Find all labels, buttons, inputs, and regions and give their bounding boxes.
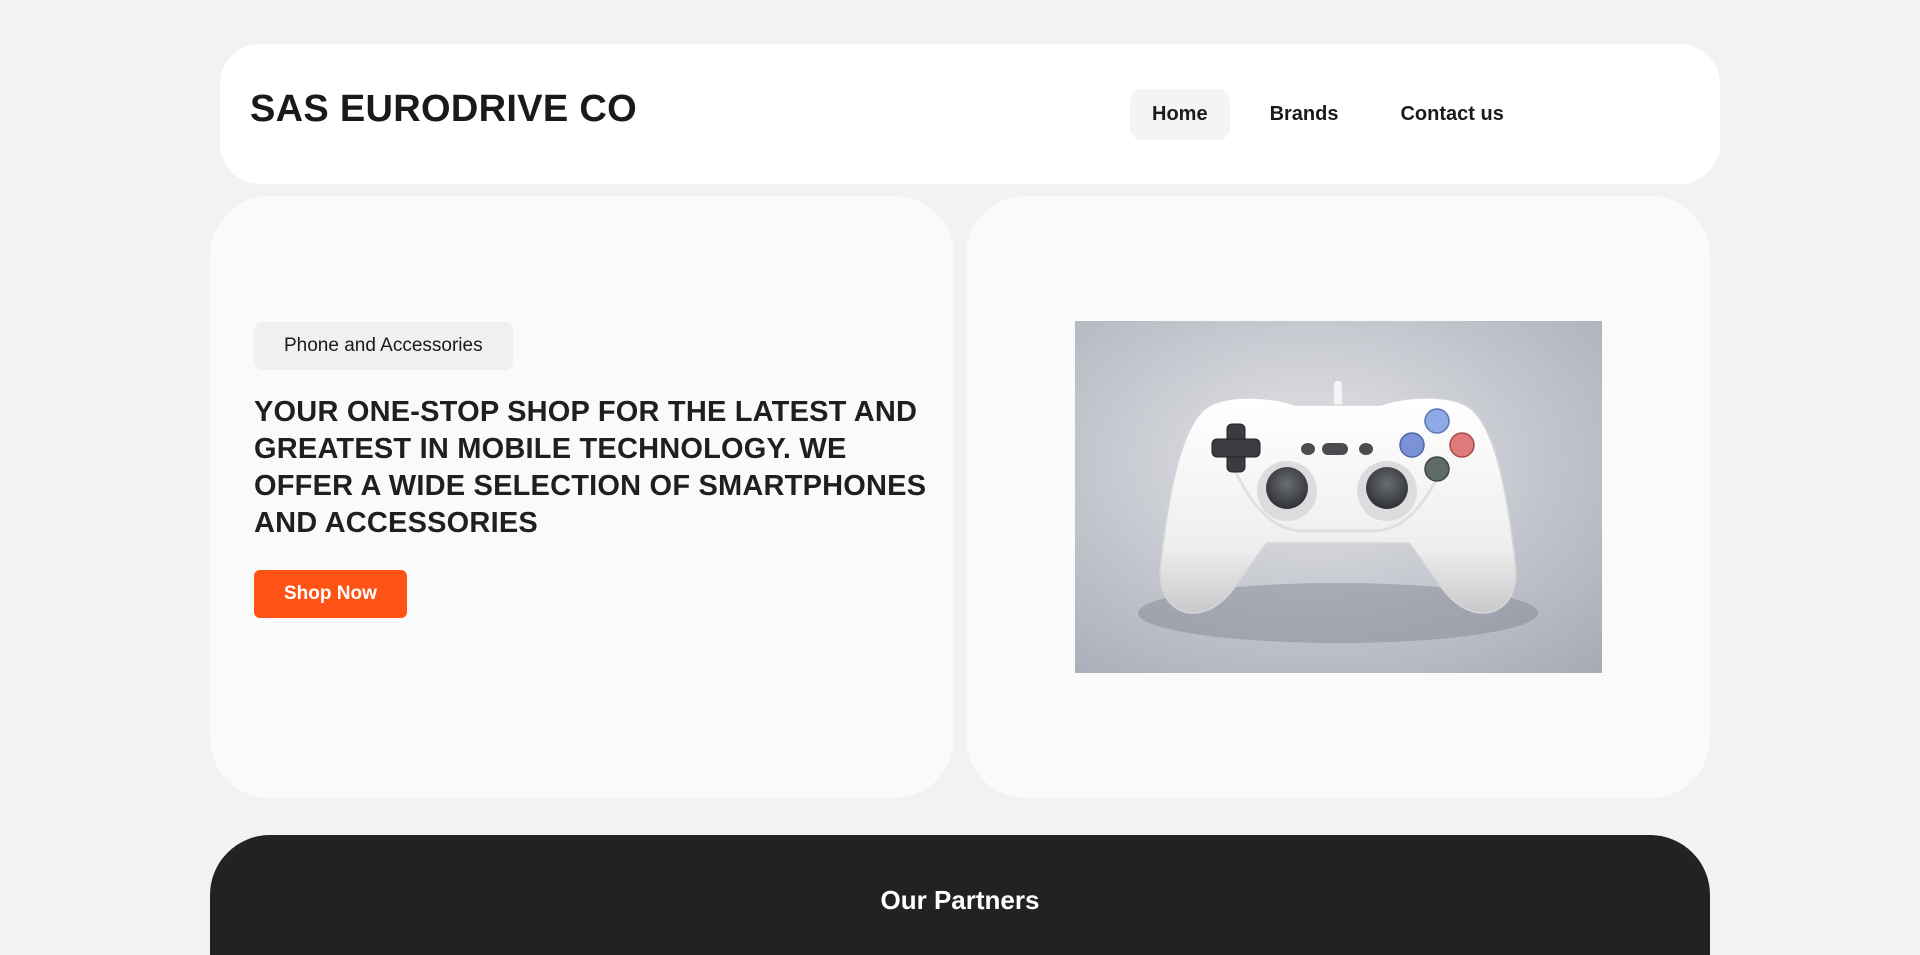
game-controller-icon <box>1075 321 1602 673</box>
category-tag: Phone and Accessories <box>254 322 513 370</box>
partners-title: Our Partners <box>880 885 1040 915</box>
nav-brands[interactable]: Brands <box>1248 89 1361 140</box>
partners-section: Our Partners <box>210 835 1710 955</box>
nav-contact-us[interactable]: Contact us <box>1378 89 1525 140</box>
hero-text-card: Phone and Accessories YOUR ONE-STOP SHOP… <box>210 196 954 798</box>
game-controller-image <box>1075 321 1602 673</box>
site-header: SAS EURODRIVE CO Home Brands Contact us <box>220 44 1720 184</box>
shop-now-button[interactable]: Shop Now <box>254 570 407 618</box>
hero-headline: YOUR ONE-STOP SHOP FOR THE LATEST AND GR… <box>254 396 927 539</box>
main-nav: Home Brands Contact us <box>1130 89 1544 140</box>
nav-home[interactable]: Home <box>1130 89 1230 140</box>
brand-logo[interactable]: SAS EURODRIVE CO <box>250 90 637 128</box>
hero-image-card <box>966 196 1710 798</box>
